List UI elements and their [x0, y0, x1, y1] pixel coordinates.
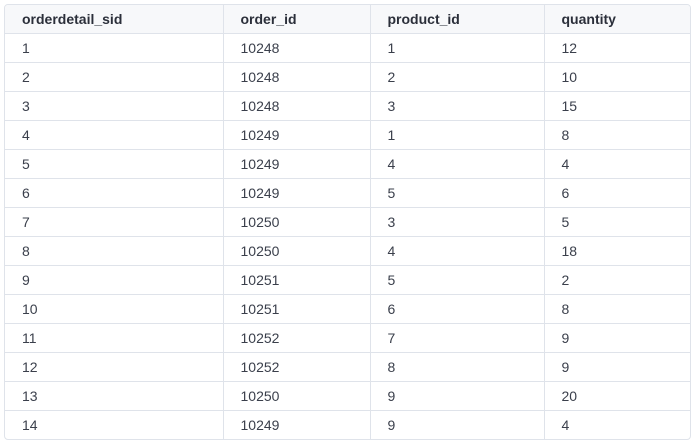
- quantity-cell: 9: [544, 352, 690, 382]
- orderdetail-sid-cell: 3: [5, 91, 224, 121]
- product-id-cell: 8: [370, 352, 545, 382]
- results-table: orderdetail_sid order_id product_id quan…: [5, 5, 690, 439]
- orderdetail-sid-cell: 13: [5, 381, 224, 411]
- product-id-cell: 4: [370, 236, 545, 266]
- orderdetail-sid-cell: 4: [5, 120, 224, 150]
- orderdetail-sid-cell: 7: [5, 207, 224, 237]
- product-id-cell: 9: [370, 410, 545, 439]
- orderdetail-sid-cell: 6: [5, 178, 224, 208]
- product-id-cell: 2: [370, 62, 545, 92]
- quantity-cell: 20: [544, 381, 690, 411]
- product-id-cell: 7: [370, 323, 545, 353]
- column-header-product-id[interactable]: product_id: [370, 5, 545, 34]
- quantity-cell: 2: [544, 265, 690, 295]
- table-row: 2 10248 2 10: [5, 62, 690, 92]
- product-id-cell: 3: [370, 91, 545, 121]
- orderdetail-sid-cell: 9: [5, 265, 224, 295]
- order-id-cell: 10248: [223, 33, 371, 63]
- product-id-cell: 5: [370, 178, 545, 208]
- orderdetail-sid-cell: 8: [5, 236, 224, 266]
- order-id-cell: 10250: [223, 236, 371, 266]
- table-row: 12 10252 8 9: [5, 352, 690, 382]
- quantity-cell: 9: [544, 323, 690, 353]
- quantity-cell: 5: [544, 207, 690, 237]
- table-row: 11 10252 7 9: [5, 323, 690, 353]
- order-id-cell: 10252: [223, 323, 371, 353]
- quantity-cell: 12: [544, 33, 690, 63]
- orderdetail-sid-cell: 5: [5, 149, 224, 179]
- product-id-cell: 9: [370, 381, 545, 411]
- order-id-cell: 10248: [223, 91, 371, 121]
- order-id-cell: 10251: [223, 294, 371, 324]
- quantity-cell: 15: [544, 91, 690, 121]
- column-header-order-id[interactable]: order_id: [223, 5, 371, 34]
- table-row: 1 10248 1 12: [5, 33, 690, 63]
- orderdetail-sid-cell: 1: [5, 33, 224, 63]
- quantity-cell: 18: [544, 236, 690, 266]
- quantity-cell: 4: [544, 149, 690, 179]
- table-row: 10 10251 6 8: [5, 294, 690, 324]
- table-row: 6 10249 5 6: [5, 178, 690, 208]
- orderdetail-sid-cell: 12: [5, 352, 224, 382]
- order-id-cell: 10249: [223, 149, 371, 179]
- order-id-cell: 10248: [223, 62, 371, 92]
- quantity-cell: 6: [544, 178, 690, 208]
- order-id-cell: 10249: [223, 410, 371, 439]
- product-id-cell: 4: [370, 149, 545, 179]
- table-row: 4 10249 1 8: [5, 120, 690, 150]
- product-id-cell: 5: [370, 265, 545, 295]
- product-id-cell: 3: [370, 207, 545, 237]
- column-header-quantity[interactable]: quantity: [544, 5, 690, 34]
- table-body: 1 10248 1 12 2 10248 2 10 3 10248 3 15 4 10249 1 8 5 1024…: [5, 33, 690, 439]
- quantity-cell: 8: [544, 120, 690, 150]
- table-row: 5 10249 4 4: [5, 149, 690, 179]
- table-row: 7 10250 3 5: [5, 207, 690, 237]
- table-row: 13 10250 9 20: [5, 381, 690, 411]
- table-row: 9 10251 5 2: [5, 265, 690, 295]
- product-id-cell: 6: [370, 294, 545, 324]
- table-row: 8 10250 4 18: [5, 236, 690, 266]
- product-id-cell: 1: [370, 120, 545, 150]
- order-id-cell: 10250: [223, 207, 371, 237]
- order-id-cell: 10252: [223, 352, 371, 382]
- order-id-cell: 10251: [223, 265, 371, 295]
- order-id-cell: 10250: [223, 381, 371, 411]
- table-row: 14 10249 9 4: [5, 410, 690, 439]
- orderdetail-sid-cell: 11: [5, 323, 224, 353]
- table-row: 3 10248 3 15: [5, 91, 690, 121]
- orderdetail-sid-cell: 10: [5, 294, 224, 324]
- header-row: orderdetail_sid order_id product_id quan…: [5, 5, 690, 34]
- quantity-cell: 4: [561, 417, 570, 433]
- results-table-container: orderdetail_sid order_id product_id quan…: [4, 4, 691, 440]
- orderdetail-sid-cell: 2: [5, 62, 224, 92]
- column-header-orderdetail-sid[interactable]: orderdetail_sid: [5, 5, 224, 34]
- order-id-cell: 10249: [223, 178, 371, 208]
- quantity-cell: 10: [544, 62, 690, 92]
- order-id-cell: 10249: [223, 120, 371, 150]
- quantity-cell: 8: [544, 294, 690, 324]
- product-id-cell: 1: [370, 33, 545, 63]
- table-header: orderdetail_sid order_id product_id quan…: [5, 5, 690, 34]
- orderdetail-sid-cell: 14: [5, 410, 224, 439]
